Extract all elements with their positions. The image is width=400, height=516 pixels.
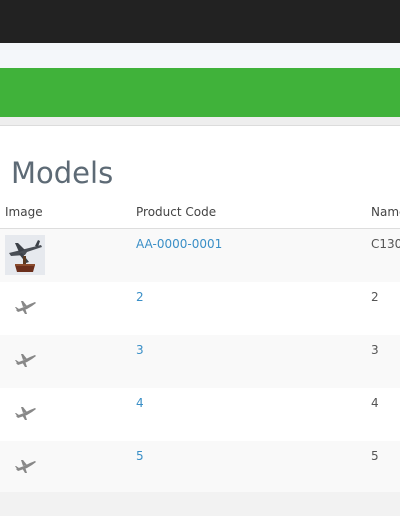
table-row: AA-0000-0001 C130 [0,229,400,283]
table-header: Image Product Code Name [0,200,400,229]
product-name: 2 [371,290,379,304]
table-row: 2 2 [0,282,400,336]
plane-placeholder-icon[interactable] [14,454,38,478]
table-row: 3 3 [0,335,400,389]
page-title: Models [11,156,114,190]
top-navbar [0,0,400,44]
plane-placeholder-icon[interactable] [14,295,38,319]
aircraft-photo[interactable] [5,235,45,275]
header-name[interactable]: Name [371,205,400,219]
plane-placeholder-icon[interactable] [14,348,38,372]
green-banner [0,68,400,117]
header-product-code[interactable]: Product Code [136,205,216,219]
table-row: 4 4 [0,388,400,442]
table-row: 5 5 [0,441,400,495]
product-code-link[interactable]: 3 [136,343,144,357]
product-code-link[interactable]: 5 [136,449,144,463]
header-image: Image [5,205,43,219]
product-name: 4 [371,396,379,410]
page-bottom [0,492,400,516]
product-code-link[interactable]: 4 [136,396,144,410]
divider [0,117,400,126]
sub-navbar [0,43,400,68]
product-name: C130 [371,237,400,251]
product-name: 3 [371,343,379,357]
product-code-link[interactable]: AA-0000-0001 [136,237,222,251]
product-name: 5 [371,449,379,463]
plane-placeholder-icon[interactable] [14,401,38,425]
product-code-link[interactable]: 2 [136,290,144,304]
